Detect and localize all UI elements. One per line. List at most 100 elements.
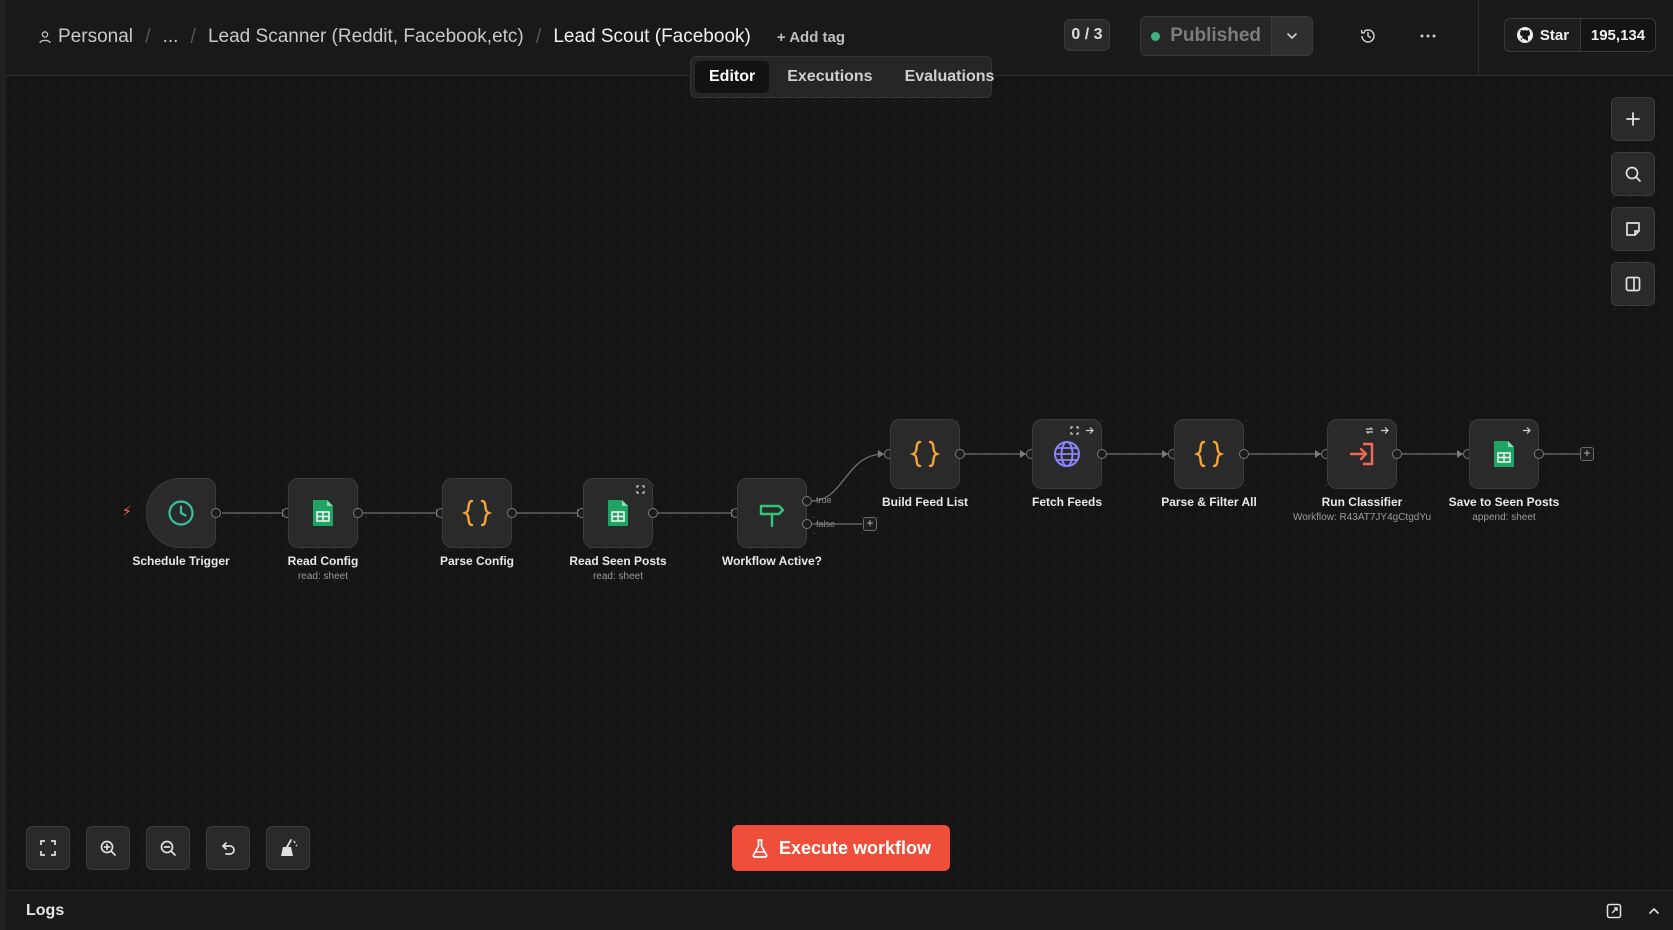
breadcrumb-project-label: Personal — [58, 26, 133, 47]
workflow-name[interactable]: Lead Scout (Facebook) — [553, 26, 751, 48]
add-node-false-button[interactable]: + — [863, 517, 877, 531]
node-parse-config[interactable] — [442, 478, 512, 548]
output-port[interactable] — [353, 508, 363, 518]
publish-dropdown-button[interactable] — [1271, 17, 1312, 55]
sticky-note-icon — [1626, 222, 1640, 236]
node-subtitle: read: sheet — [297, 571, 349, 582]
output-port[interactable] — [1534, 449, 1544, 459]
github-star-button[interactable]: Star 195,134 — [1504, 18, 1656, 52]
node-parse-filter-all[interactable] — [1174, 419, 1244, 489]
node-run-classifier[interactable] — [1327, 419, 1397, 489]
output-port-false[interactable] — [802, 519, 812, 529]
code-braces-icon — [1193, 440, 1225, 468]
add-tag-button[interactable]: + Add tag — [777, 29, 845, 46]
search-icon — [1625, 166, 1641, 182]
breadcrumb: Personal / ... / Lead Scanner (Reddit, F… — [38, 24, 845, 50]
node-label: Save to Seen Posts — [1448, 495, 1560, 509]
output-port[interactable] — [648, 508, 658, 518]
node-save-to-seen-posts[interactable] — [1469, 419, 1539, 489]
logs-expand-button[interactable] — [1644, 901, 1664, 921]
search-nodes-button[interactable] — [1611, 152, 1655, 196]
output-port[interactable] — [955, 449, 965, 459]
node-badges — [636, 485, 645, 494]
node-badges — [1522, 426, 1531, 435]
breadcrumb-project[interactable]: Personal — [38, 26, 133, 48]
evaluation-counter[interactable]: 0 / 3 — [1064, 19, 1110, 51]
github-icon — [1516, 27, 1533, 43]
breadcrumb-separator: / — [535, 25, 542, 48]
publish-control: Published — [1140, 16, 1313, 56]
fit-view-button[interactable] — [26, 826, 70, 870]
tidy-up-button[interactable] — [266, 826, 310, 870]
zoom-in-icon — [100, 840, 116, 856]
chevron-down-icon — [1287, 33, 1297, 40]
breadcrumb-ellipsis[interactable]: ... — [163, 26, 179, 48]
workflow-canvas[interactable] — [6, 77, 1673, 890]
tab-editor[interactable]: Editor — [695, 61, 770, 93]
node-read-seen-posts[interactable] — [583, 478, 653, 548]
arrow-right-icon — [1381, 427, 1389, 434]
node-read-config[interactable] — [288, 478, 358, 548]
output-port[interactable] — [211, 508, 221, 518]
zoom-out-icon — [160, 840, 176, 856]
breadcrumb-folder[interactable]: Lead Scanner (Reddit, Facebook,etc) — [208, 26, 524, 48]
node-badges — [1365, 426, 1389, 435]
loop-icon — [636, 485, 645, 494]
popout-icon — [1606, 903, 1622, 919]
panel-right-icon — [1625, 276, 1641, 292]
tab-executions[interactable]: Executions — [773, 61, 886, 93]
more-options-button[interactable] — [1414, 22, 1442, 50]
history-button[interactable] — [1354, 22, 1382, 50]
node-workflow-active[interactable] — [737, 478, 807, 548]
fit-view-icon — [40, 840, 56, 856]
node-fetch-feeds[interactable] — [1032, 419, 1102, 489]
node-schedule-trigger[interactable] — [146, 478, 216, 548]
output-port[interactable] — [1392, 449, 1402, 459]
sticky-note-button[interactable] — [1611, 207, 1655, 251]
loop-icon — [1070, 426, 1079, 435]
google-sheets-icon — [1494, 441, 1514, 467]
logs-panel-bar[interactable]: Logs — [6, 890, 1673, 930]
output-port-true[interactable] — [802, 496, 812, 506]
zoom-out-button[interactable] — [146, 826, 190, 870]
clock-icon — [168, 500, 194, 526]
trigger-bolt-icon: ⚡ — [122, 503, 132, 519]
add-node-button[interactable]: + — [1580, 447, 1594, 461]
published-button[interactable]: Published — [1141, 17, 1271, 55]
node-label: Workflow Active? — [721, 554, 822, 568]
branch-label-false: false — [816, 519, 836, 529]
history-icon — [1360, 29, 1375, 43]
undo-icon — [222, 842, 235, 855]
node-subtitle: read: sheet — [592, 571, 644, 582]
globe-icon — [1054, 441, 1080, 467]
tab-evaluations[interactable]: Evaluations — [891, 61, 1009, 93]
undo-button[interactable] — [206, 826, 250, 870]
add-node-panel-button[interactable] — [1611, 97, 1655, 141]
user-icon — [39, 31, 51, 44]
github-star-label-wrap: Star — [1505, 19, 1581, 51]
node-build-feed-list[interactable] — [890, 419, 960, 489]
github-star-label: Star — [1539, 26, 1570, 44]
execute-workflow-button[interactable]: Execute workflow — [732, 825, 950, 871]
logs-popout-button[interactable] — [1604, 901, 1624, 921]
ellipsis-icon — [1420, 34, 1436, 38]
refresh-icon — [1365, 427, 1374, 434]
execute-workflow-icon — [1349, 442, 1374, 466]
zoom-in-button[interactable] — [86, 826, 130, 870]
broom-icon — [281, 839, 298, 856]
github-star-count: 195,134 — [1581, 19, 1655, 51]
output-port[interactable] — [1097, 449, 1107, 459]
toggle-panel-button[interactable] — [1611, 262, 1655, 306]
arrow-right-icon — [1523, 427, 1531, 434]
arrow-right-icon — [1086, 427, 1094, 434]
code-braces-icon — [461, 499, 493, 527]
google-sheets-icon — [313, 500, 333, 526]
output-port[interactable] — [1239, 449, 1249, 459]
plus-icon — [1626, 112, 1640, 126]
published-label: Published — [1170, 25, 1262, 46]
signpost-icon — [759, 504, 785, 528]
output-port[interactable] — [507, 508, 517, 518]
code-braces-icon — [909, 440, 941, 468]
view-tabs: Editor Executions Evaluations — [690, 56, 994, 98]
chevron-up-icon — [1649, 907, 1659, 914]
